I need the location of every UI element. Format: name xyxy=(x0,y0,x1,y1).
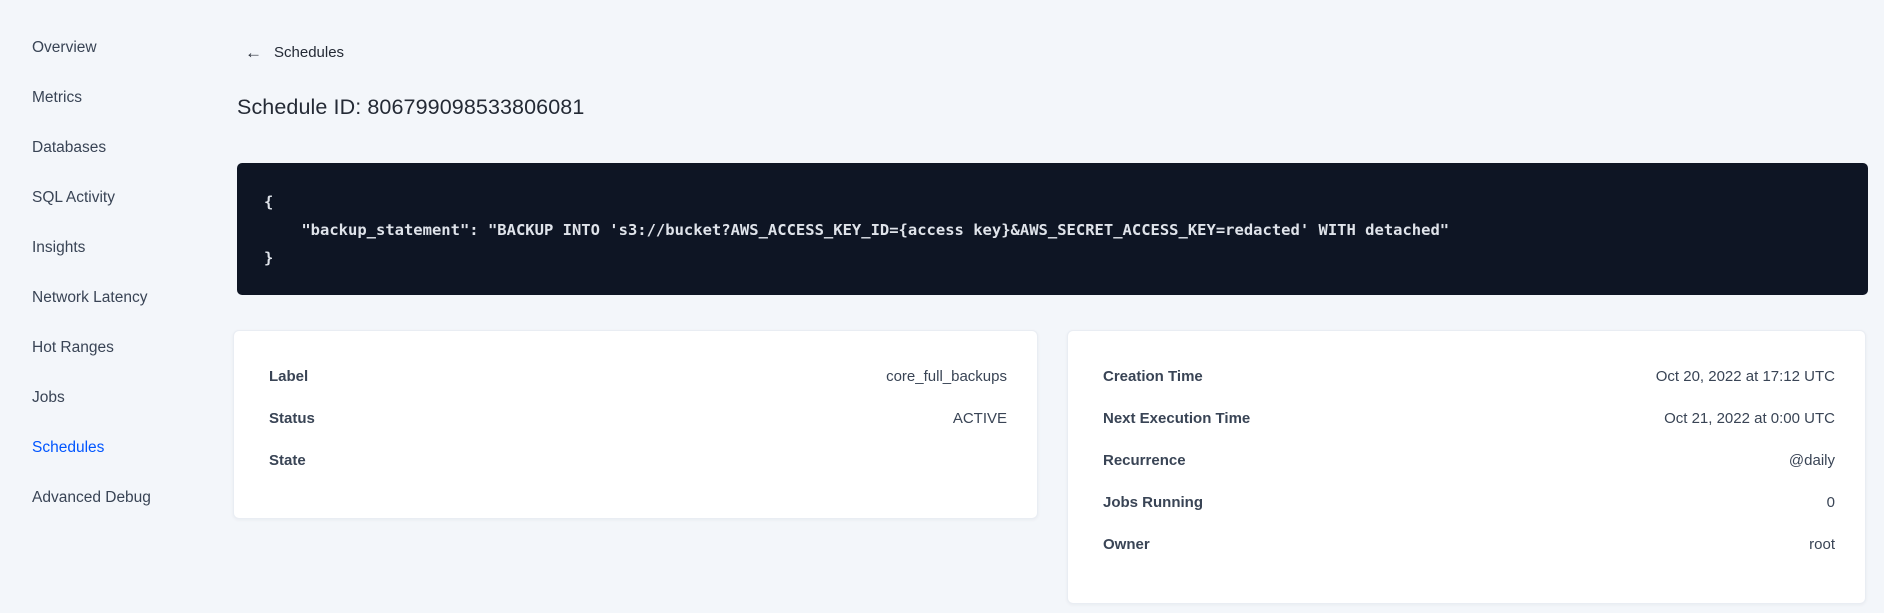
row-label: Recurrence xyxy=(1103,451,1186,469)
row-value: ACTIVE xyxy=(952,409,1007,427)
detail-row: Next Execution Time Oct 21, 2022 at 0:00 … xyxy=(1103,397,1835,439)
schedule-status-card: Label core_full_backups Status ACTIVE State xyxy=(233,330,1038,519)
sidebar-item-schedules[interactable]: Schedules xyxy=(0,423,212,473)
row-label: Label xyxy=(269,367,309,385)
detail-row: State xyxy=(269,439,1007,481)
back-link-label: Schedules xyxy=(274,44,345,61)
row-value: root xyxy=(1809,535,1835,553)
row-label: State xyxy=(269,451,306,469)
sidebar-nav: Overview Metrics Databases SQL Activity Insi… xyxy=(0,23,212,523)
detail-row: Status ACTIVE xyxy=(269,397,1007,439)
row-value: core_full_backups xyxy=(886,367,1007,385)
sidebar-item-databases[interactable]: Databases xyxy=(0,123,212,173)
back-arrow-icon: ← xyxy=(245,43,262,62)
page-title: Schedule ID: 806799098533806081 xyxy=(237,95,585,119)
schedule-meta-rows: Creation Time Oct 20, 2022 at 17:12 UTC Ne… xyxy=(1103,355,1835,565)
sidebar-item-metrics[interactable]: Metrics xyxy=(0,73,212,123)
row-label: Creation Time xyxy=(1103,367,1203,385)
sidebar-item-sql-activity[interactable]: SQL Activity xyxy=(0,173,212,223)
back-link-schedules[interactable]: ← Schedules xyxy=(245,44,344,61)
detail-row: Label core_full_backups xyxy=(269,355,1007,397)
row-label: Owner xyxy=(1103,535,1150,553)
row-value: Oct 20, 2022 at 17:12 UTC xyxy=(1655,367,1835,385)
row-label: Status xyxy=(269,409,315,427)
row-value: Oct 21, 2022 at 0:00 UTC xyxy=(1664,409,1835,427)
sidebar-item-network-latency[interactable]: Network Latency xyxy=(0,273,212,323)
schedule-definition-code: { "backup_statement": "BACKUP INTO 's3:/… xyxy=(264,193,1450,267)
sidebar-item-hot-ranges[interactable]: Hot Ranges xyxy=(0,323,212,373)
row-value: @daily xyxy=(1788,451,1835,469)
schedule-details-page: { "colors":{ "background":"#f3f6fa", "te… xyxy=(0,0,1884,613)
detail-row: Owner root xyxy=(1103,523,1835,565)
row-value: 0 xyxy=(1826,493,1835,511)
sidebar-item-jobs[interactable]: Jobs xyxy=(0,373,212,423)
schedule-meta-card: Creation Time Oct 20, 2022 at 17:12 UTC Ne… xyxy=(1067,330,1866,604)
row-label: Jobs Running xyxy=(1103,493,1203,511)
row-label: Next Execution Time xyxy=(1103,409,1251,427)
sidebar-item-insights[interactable]: Insights xyxy=(0,223,212,273)
sidebar-item-advanced-debug[interactable]: Advanced Debug xyxy=(0,473,212,523)
detail-row: Jobs Running 0 xyxy=(1103,481,1835,523)
schedule-status-rows: Label core_full_backups Status ACTIVE State xyxy=(269,355,1007,481)
schedule-definition-code-block: { "backup_statement": "BACKUP INTO 's3:/… xyxy=(237,163,1868,295)
sidebar-item-overview[interactable]: Overview xyxy=(0,23,212,73)
detail-row: Creation Time Oct 20, 2022 at 17:12 UTC xyxy=(1103,355,1835,397)
detail-row: Recurrence @daily xyxy=(1103,439,1835,481)
